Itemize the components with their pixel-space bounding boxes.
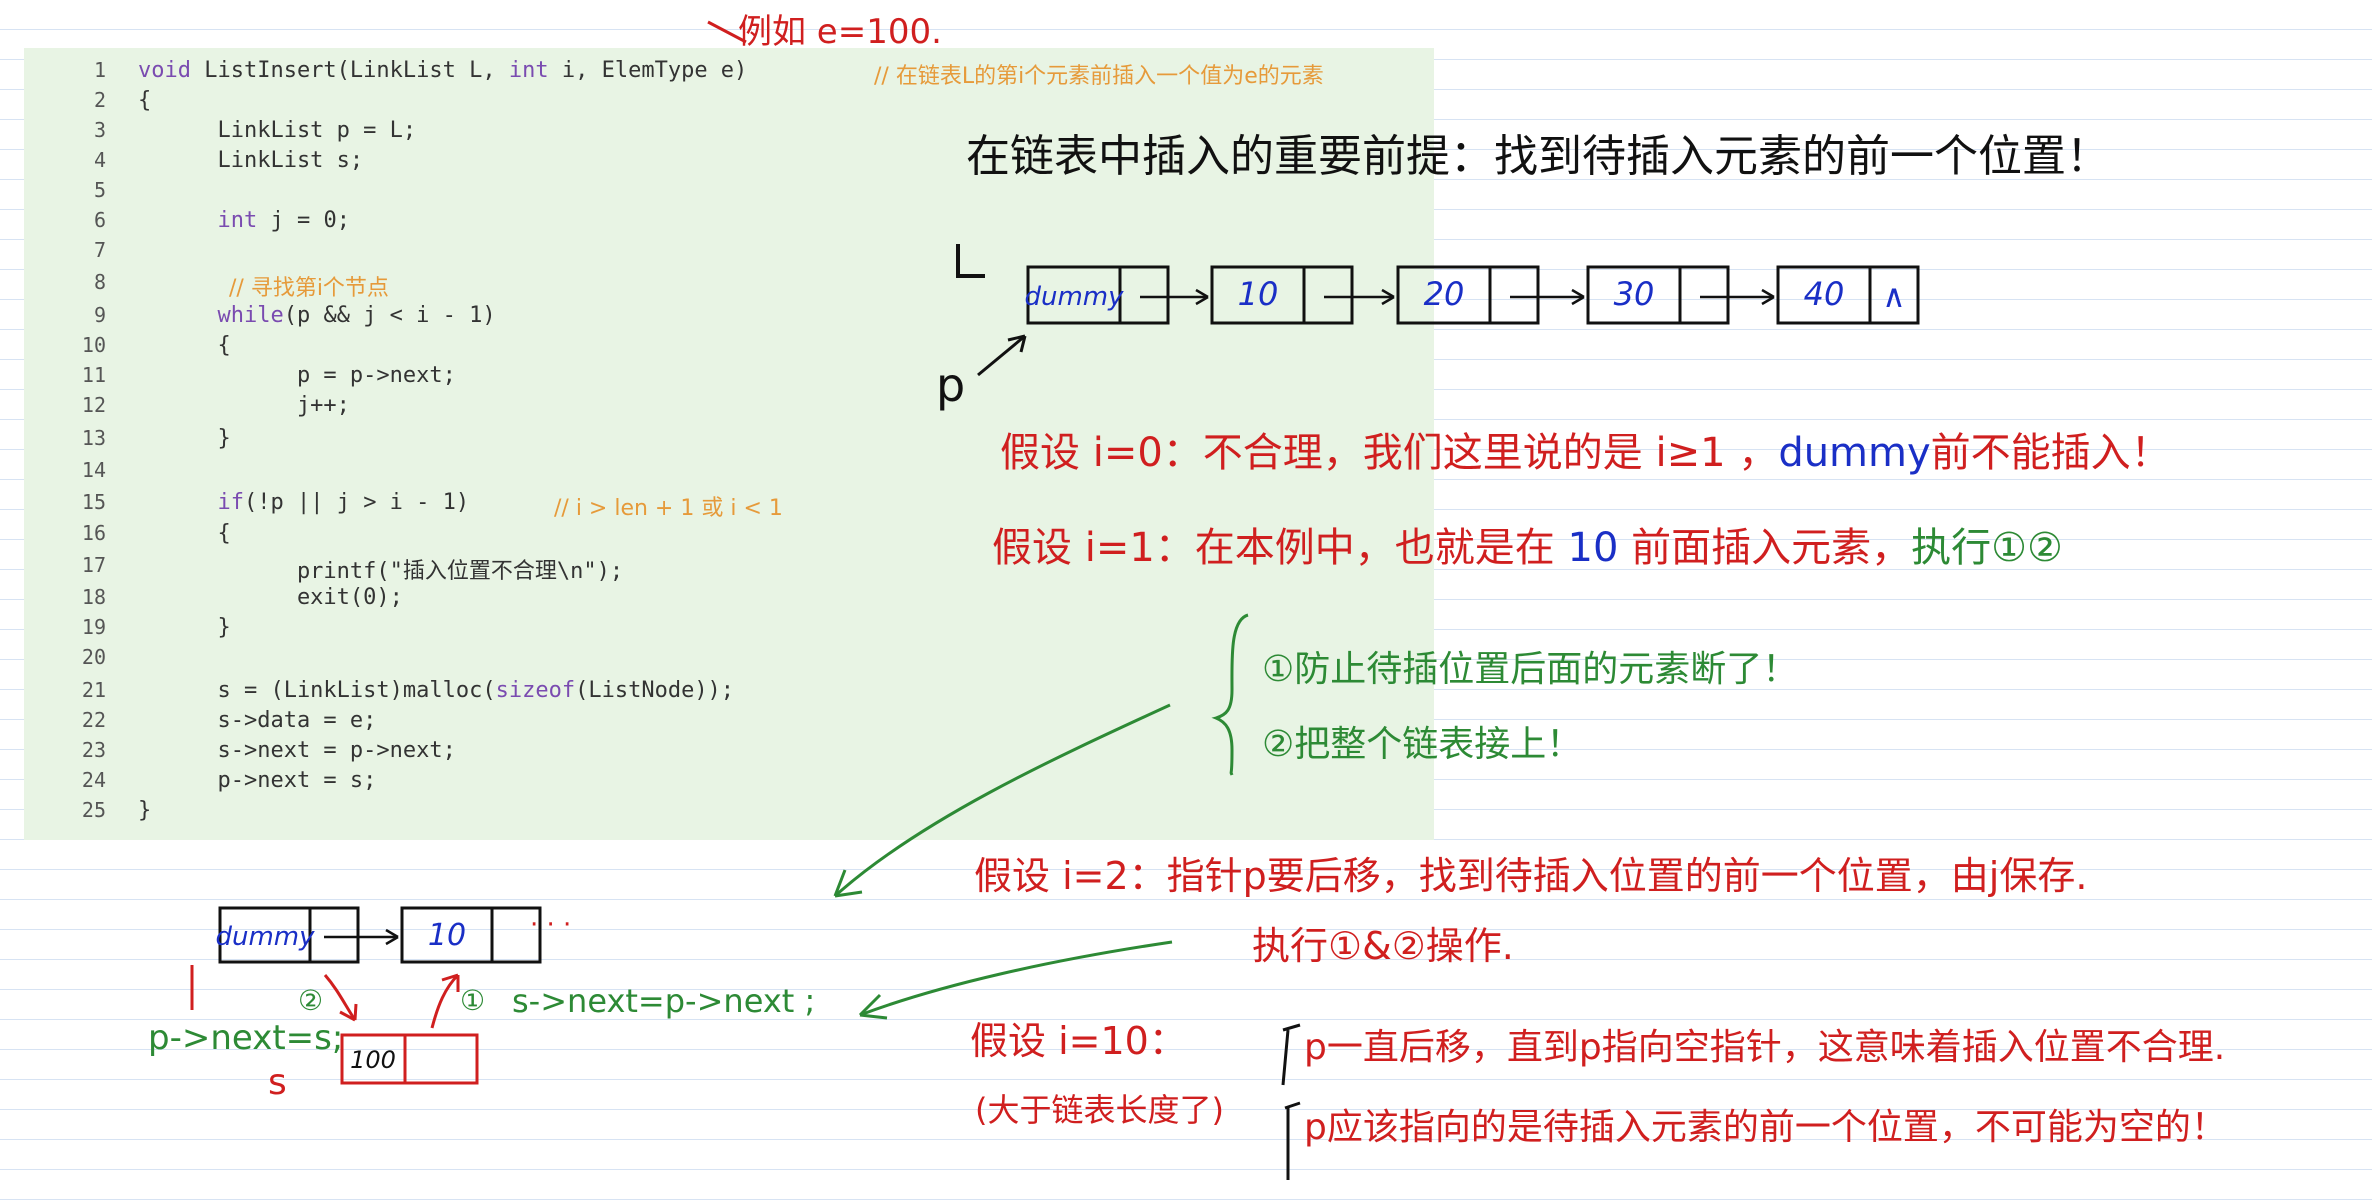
red-arrow-1 [430, 973, 460, 1029]
bottom-circle-1: ① [460, 984, 486, 1017]
bottom-s-label: s [268, 1062, 287, 1103]
green-arrow-2 [859, 940, 1173, 1017]
list-node-box [1210, 265, 1354, 325]
case10-line1: p一直后移，直到p指向空指针，这意味着插入位置不合理. [1304, 1027, 2226, 1068]
new-node-value: 100 [350, 1046, 396, 1074]
p-arrow [977, 334, 1026, 377]
example-note: 例如 e=100. [738, 12, 942, 52]
list-node-value: 10 [1238, 275, 1279, 313]
bottom-pnext-note: p->next=s; [148, 1018, 344, 1058]
bottom-dots: · · · [530, 910, 572, 940]
green-brace [1211, 613, 1249, 776]
bottom-node-value: dummy [215, 922, 315, 952]
label-L-stroke [956, 244, 985, 278]
bottom-circle-2: ② [298, 984, 324, 1017]
case2-line2: 执行①&②操作. [1252, 924, 1514, 968]
top-linked-list: dummy 10 20 30 40 ∧ [1024, 265, 1920, 325]
case2-line1: 假设 i=2：指针p要后移，找到待插入位置的前一个位置，由j保存. [974, 854, 2088, 898]
step2-note: ②把整个链表接上！ [1262, 724, 1583, 765]
case10-line2: p应该指向的是待插入元素的前一个位置，不可能为空的！ [1304, 1107, 2227, 1148]
list-node-box [1586, 265, 1730, 325]
premise-note: 在链表中插入的重要前提：找到待插入元素的前一个位置！ [966, 131, 2110, 182]
case10-title: 假设 i=10： [970, 1019, 1187, 1063]
case10-sub: (大于链表长度了) [975, 1091, 1224, 1129]
label-p: p [936, 358, 966, 412]
list-tail-null: ∧ [1882, 277, 1905, 315]
list-node-value: 20 [1424, 275, 1465, 313]
bottom-snext-note: s->next=p->next ; [512, 982, 816, 1020]
step1-note: ①防止待插位置后面的元素断了！ [1262, 649, 1799, 690]
bottom-node-value: 10 [428, 918, 466, 953]
case1-note: 假设 i=1：在本例中，也就是在 10 前面插入元素，执行①② [992, 525, 2063, 571]
label-L: L [950, 228, 951, 229]
case0-note: 假设 i=0：不合理，我们这里说的是 i≥1 ，dummy前不能插入！ [1000, 430, 2171, 476]
case10-p-stroke-1 [1281, 1023, 1301, 1086]
list-node-value: 40 [1804, 275, 1845, 313]
list-node-box [1396, 265, 1540, 325]
bottom-node-box [400, 906, 542, 964]
list-node-value: 30 [1614, 275, 1655, 313]
case10-p-stroke-2 [1284, 1101, 1301, 1180]
list-node-value: dummy [1024, 282, 1124, 312]
